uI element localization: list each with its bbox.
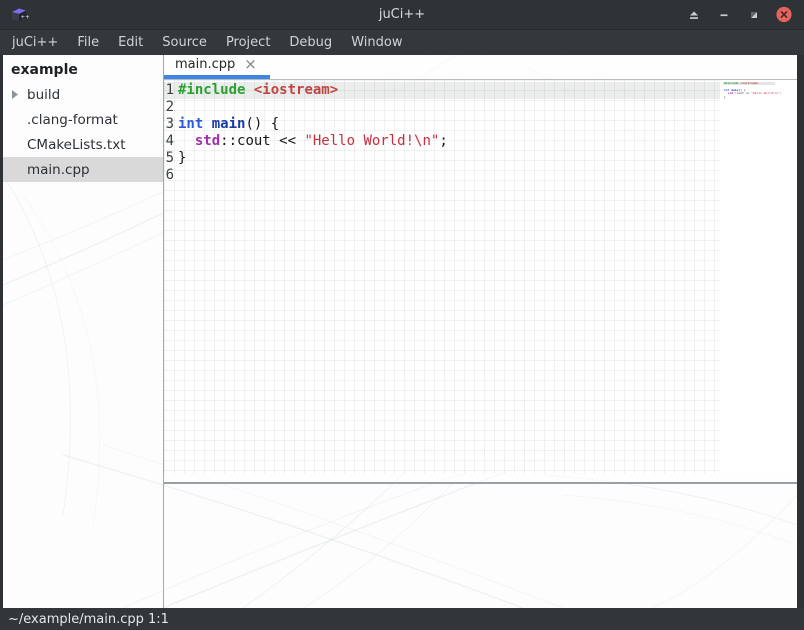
window-title: juCi++ xyxy=(0,7,804,22)
output-panel[interactable] xyxy=(164,484,797,608)
window-border-right xyxy=(797,0,804,630)
code-text: std::cout << "Hello World!\n"; xyxy=(178,133,448,150)
menu-item-file[interactable]: File xyxy=(75,30,101,55)
window-border-left xyxy=(0,0,3,630)
tab-main-cpp[interactable]: main.cpp × xyxy=(164,55,270,79)
menu-item-edit[interactable]: Edit xyxy=(116,30,145,55)
code-line[interactable]: 2 xyxy=(164,99,720,116)
code-editor[interactable]: 1#include <iostream>23int main() {4 std:… xyxy=(164,80,720,474)
tree-item-main-cpp[interactable]: main.cpp xyxy=(3,157,163,182)
tree-item-label: CMakeLists.txt xyxy=(3,137,126,153)
menu-item-debug[interactable]: Debug xyxy=(287,30,334,55)
tree-item--clang-format[interactable]: .clang-format xyxy=(3,107,163,132)
code-text: #include <iostream> xyxy=(724,82,758,85)
tree-item-label: main.cpp xyxy=(3,162,90,178)
minimap[interactable]: #include <iostream>int main() { std::cou… xyxy=(720,80,797,474)
line-number: 5 xyxy=(164,150,174,167)
line-number: 6 xyxy=(164,167,174,184)
code-text: } xyxy=(724,96,726,99)
code-line[interactable]: 6 xyxy=(164,167,720,184)
menu-item-project[interactable]: Project xyxy=(224,30,272,55)
juci-window: ++ juCi++ xyxy=(0,0,804,630)
code-text: } xyxy=(178,150,186,167)
close-icon[interactable] xyxy=(776,7,792,23)
menubar: juCi++ File Edit Source Project Debug Window xyxy=(0,29,804,55)
tab-close-icon[interactable]: × xyxy=(244,57,257,74)
tab-label: main.cpp xyxy=(175,57,235,74)
tab-bar: main.cpp × xyxy=(164,55,797,80)
statusbar: ~/example/main.cpp 1:1 xyxy=(0,608,804,630)
tree-item-cmakelists-txt[interactable]: CMakeLists.txt xyxy=(3,132,163,157)
tree-item-label: .clang-format xyxy=(3,112,118,128)
line-number: 2 xyxy=(164,99,174,116)
line-number: 1 xyxy=(164,82,174,99)
code-line[interactable]: 3int main() { xyxy=(164,116,720,133)
menu-item-window[interactable]: Window xyxy=(349,30,404,55)
shade-icon[interactable] xyxy=(686,7,702,23)
project-name: example xyxy=(3,57,163,82)
line-number: 4 xyxy=(164,133,174,150)
menu-item-juci[interactable]: juCi++ xyxy=(10,30,60,55)
line-number: 3 xyxy=(164,116,174,133)
window-controls xyxy=(686,7,804,23)
minimize-icon[interactable] xyxy=(716,7,732,23)
code-text: int main() { xyxy=(178,116,279,133)
code-line[interactable]: 1#include <iostream> xyxy=(164,82,720,99)
code-text: #include <iostream> xyxy=(178,82,338,99)
main-pane: main.cpp × 1#include <iostream>23int mai… xyxy=(164,55,797,608)
menu-item-source[interactable]: Source xyxy=(160,30,209,55)
code-text: std::cout << "Hello World!\n"; xyxy=(724,92,782,95)
code-line[interactable]: 5} xyxy=(164,150,720,167)
content-area: example build .clang-format CMakeLists.txt… xyxy=(3,55,797,608)
code-line[interactable]: 4 std::cout << "Hello World!\n"; xyxy=(164,133,720,150)
minimap-line xyxy=(723,99,797,102)
status-file-position: ~/example/main.cpp 1:1 xyxy=(0,612,169,627)
tree-item-build[interactable]: build xyxy=(3,82,163,107)
expander-arrow-icon[interactable] xyxy=(12,90,18,99)
file-tree-sidebar: example build .clang-format CMakeLists.txt… xyxy=(3,55,163,608)
paned-gap xyxy=(164,474,797,482)
titlebar[interactable]: ++ juCi++ xyxy=(0,0,804,29)
editor-row: 1#include <iostream>23int main() {4 std:… xyxy=(164,80,797,474)
maximize-icon[interactable] xyxy=(746,7,762,23)
